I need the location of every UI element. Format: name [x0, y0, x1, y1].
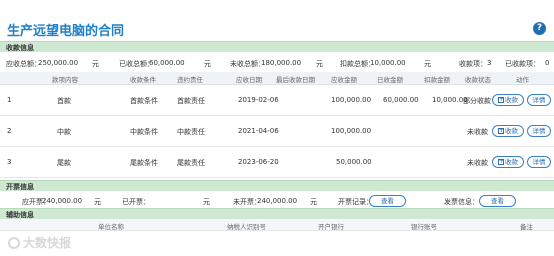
col-amount: 应收金额: [331, 76, 357, 84]
deduct-unit: 元: [424, 60, 431, 68]
invoice-record-view-button[interactable]: 查看: [369, 195, 406, 207]
col-content: 款项内容: [52, 76, 78, 84]
collect-button[interactable]: +收款: [492, 156, 524, 168]
col-condition: 收款条件: [130, 76, 156, 84]
table-row: 1 首款 首款条件 首款责任 2019-02-06 100,000.00 60,…: [0, 86, 554, 116]
collection-section-title: 收款信息: [6, 44, 34, 52]
table-row: 2 中款 中款条件 中款责任 2021-04-06 100,000.00 未收款…: [0, 117, 554, 147]
col-status: 收款状态: [465, 76, 491, 84]
row-status: 未收款: [467, 128, 488, 136]
received-value: 60,000.00: [149, 59, 185, 67]
receivable-label: 应收总额：: [6, 60, 41, 68]
col-company-name: 单位名称: [98, 223, 124, 231]
help-icon[interactable]: ?: [533, 22, 546, 35]
col-liability: 违约责任: [177, 76, 203, 84]
uncollected-label: 未收总额：: [230, 60, 265, 68]
invoice-record-label: 开票记录：: [338, 198, 373, 206]
detail-button[interactable]: 详情: [527, 94, 551, 106]
invoice-info-view-button[interactable]: 查看: [479, 195, 516, 207]
count-label: 收款项：: [459, 60, 487, 68]
page-title: 生产远望电脑的合同: [7, 24, 125, 39]
done-count-value: 0: [545, 59, 550, 67]
row-content: 尾款: [57, 159, 71, 167]
col-taxpayer-id: 纳税人识别号: [227, 223, 266, 231]
collection-table-header: 款项内容 收款条件 违约责任 应收日期 最后收款日期 应收金额 已收金额 扣款金…: [0, 72, 554, 85]
table-row: 3 尾款 尾款条件 尾款责任 2023-06-20 50,000.00 未收款 …: [0, 148, 554, 178]
invoice-should-value: 240,000.00: [42, 197, 83, 205]
invoice-section-bar: 开票信息: [0, 180, 554, 191]
row-number: 1: [7, 96, 12, 104]
deduct-value: 10,000.00: [370, 59, 406, 67]
plus-icon: +: [498, 96, 505, 103]
row-condition: 中款条件: [130, 128, 158, 136]
col-deduct: 扣款金额: [424, 76, 450, 84]
detail-button[interactable]: 详情: [527, 125, 551, 137]
invoice-done-unit: 元: [203, 198, 210, 206]
row-status: 未收款: [467, 159, 488, 167]
row-liability: 中款责任: [177, 128, 205, 136]
auxiliary-section-bar: 辅助信息: [0, 208, 554, 219]
row-number: 2: [7, 127, 12, 135]
receivable-unit: 元: [92, 60, 99, 68]
invoice-info-label: 发票信息：: [444, 198, 479, 206]
count-value: 3: [487, 59, 492, 67]
done-count-label: 已收款项：: [505, 60, 540, 68]
col-bank: 开户银行: [318, 223, 344, 231]
row-liability: 尾款责任: [177, 159, 205, 167]
col-remark: 备注: [520, 223, 533, 231]
uncollected-unit: 元: [316, 60, 323, 68]
row-due-date: 2019-02-06: [238, 96, 279, 104]
auxiliary-table-header: 单位名称 纳税人识别号 开户银行 银行账号 备注: [0, 219, 554, 231]
row-status: 部分收款: [463, 97, 491, 105]
col-due-date: 应收日期: [236, 76, 262, 84]
uncollected-value: 180,000.00: [261, 59, 302, 67]
row-content: 中款: [57, 128, 71, 136]
col-bank-account: 银行账号: [411, 223, 437, 231]
invoice-pending-value: 240,000.00: [257, 197, 298, 205]
watermark-logo-icon: [8, 236, 20, 249]
plus-icon: +: [498, 158, 505, 165]
row-received: 60,000.00: [383, 96, 419, 104]
row-amount: 100,000.00: [331, 96, 372, 104]
invoice-done-label: 已开票：: [122, 198, 150, 206]
received-unit: 元: [204, 60, 211, 68]
row-number: 3: [7, 158, 12, 166]
row-amount: 50,000.00: [336, 158, 372, 166]
row-liability: 首款责任: [177, 97, 205, 105]
row-amount: 100,000.00: [331, 127, 372, 135]
plus-icon: +: [498, 127, 505, 134]
collect-button[interactable]: +收款: [492, 125, 524, 137]
watermark: 大数快报: [8, 234, 71, 251]
receivable-value: 250,000.00: [38, 59, 79, 67]
invoice-pending-unit: 元: [310, 198, 317, 206]
detail-button[interactable]: 详情: [527, 156, 551, 168]
row-condition: 尾款条件: [130, 159, 158, 167]
collection-section-bar: 收款信息: [0, 41, 554, 52]
invoice-should-unit: 元: [94, 198, 101, 206]
watermark-text: 大数快报: [23, 236, 72, 250]
col-received: 已收金额: [377, 76, 403, 84]
row-content: 首款: [57, 97, 71, 105]
col-last-date: 最后收款日期: [276, 76, 315, 84]
col-action: 动作: [516, 76, 529, 84]
row-due-date: 2023-06-20: [238, 158, 279, 166]
collect-button[interactable]: +收款: [492, 94, 524, 106]
row-due-date: 2021-04-06: [238, 127, 279, 135]
row-condition: 首款条件: [130, 97, 158, 105]
invoice-section-title: 开票信息: [6, 183, 34, 191]
